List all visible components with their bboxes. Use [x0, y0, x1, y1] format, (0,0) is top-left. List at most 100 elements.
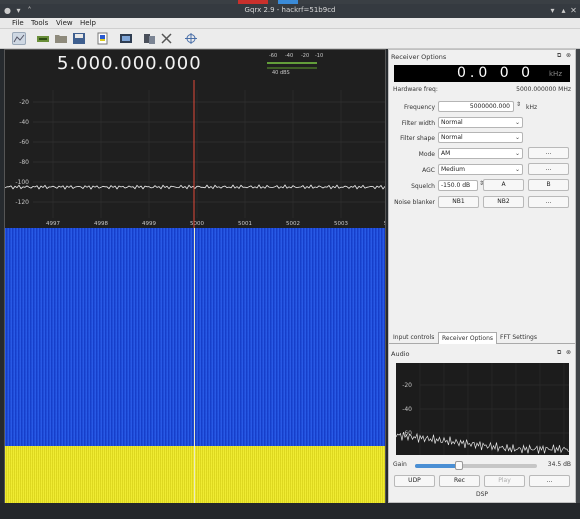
filter-width-select[interactable]: Normal ⌄: [438, 117, 523, 128]
mini-scale-caption: 40 dBS: [272, 70, 290, 76]
dock-close-icon[interactable]: ⊗: [566, 52, 571, 59]
freq-tick-label: 5001: [238, 221, 252, 227]
db-tick-label: -120: [15, 199, 29, 206]
filter-shape-label: Filter shape: [400, 135, 435, 142]
chevron-down-icon: ⌄: [514, 150, 520, 157]
save-settings-icon[interactable]: [72, 32, 86, 45]
minimize-icon[interactable]: ▾: [548, 6, 557, 15]
frequency-unit: kHz: [526, 104, 538, 111]
dsp-tab-label[interactable]: DSP: [467, 491, 497, 498]
desktop-bottom: [0, 503, 580, 519]
filter-shape-value: Normal: [441, 134, 463, 141]
menu-tools[interactable]: Tools: [31, 19, 48, 27]
fft-settings-icon[interactable]: [184, 32, 198, 45]
waterfall-noise-region: [5, 228, 385, 446]
squelch-a-button[interactable]: A: [483, 179, 524, 191]
window-edge: [576, 49, 580, 503]
maximize-icon[interactable]: ▴: [559, 6, 568, 15]
gain-slider-fill: [415, 464, 459, 468]
gain-label: Gain: [393, 461, 407, 468]
gain-value: 34.5 dB: [547, 461, 571, 468]
audio-float-icon[interactable]: ⧉: [557, 349, 561, 357]
dock-title: Receiver Options: [391, 53, 447, 61]
start-dsp-icon[interactable]: [12, 32, 26, 45]
frequency-lcd[interactable]: 0.0 0 0 kHz: [394, 65, 570, 82]
audio-dock-title: Audio: [391, 350, 410, 358]
hw-freq-value: 5000.000000 MHz: [516, 86, 571, 93]
spectrum-trace: [5, 184, 385, 190]
mode-label: Mode: [418, 151, 435, 158]
tools-icon[interactable]: [160, 32, 174, 45]
menu-help[interactable]: Help: [80, 19, 96, 27]
audio-fft-plot[interactable]: -20 -40 -60: [396, 363, 569, 455]
mode-options-button[interactable]: ...: [528, 147, 569, 159]
chevron-down-icon: ⌄: [514, 166, 520, 173]
agc-label: AGC: [422, 167, 435, 174]
frequency-input[interactable]: 5000000.000: [438, 101, 514, 112]
mini-scale-label: -40: [285, 53, 294, 59]
db-tick-label: -80: [19, 159, 29, 166]
rec-button[interactable]: Rec: [439, 475, 480, 487]
freq-tick-label: 5003: [334, 221, 348, 227]
nb-options-button[interactable]: ...: [528, 196, 569, 208]
spectrum-svg: -20 -40 -60 -80 -100 -120 4997 4998 4999 5000 5001…: [5, 62, 385, 228]
frequency-spin-icon[interactable]: ⇕: [516, 101, 521, 108]
tab-input-controls[interactable]: Input controls: [390, 332, 437, 344]
waterfall-carrier-trace: [194, 228, 195, 504]
menu-file[interactable]: File: [12, 19, 24, 27]
window-title: Gqrx 2.9 - hackrf=51b9cd: [244, 6, 336, 14]
freq-tick-label: 5000: [190, 221, 204, 227]
title-bar: ● ▾ ˄ Gqrx 2.9 - hackrf=51b9cd ▾ ▴ ✕: [0, 4, 580, 18]
gqrx-window: ● ▾ ˄ Gqrx 2.9 - hackrf=51b9cd ▾ ▴ ✕ Fil…: [0, 0, 580, 519]
nb2-button[interactable]: NB2: [483, 196, 524, 208]
spectrum-plot[interactable]: -20 -40 -60 -80 -100 -120 4997 4998 4999 5000 5001…: [5, 50, 385, 228]
db-tick-label: -20: [19, 99, 29, 106]
mode-select[interactable]: AM ⌄: [438, 148, 523, 159]
io-devices-icon[interactable]: [36, 32, 50, 45]
audio-fft-trace: [396, 432, 569, 454]
audio-options-button[interactable]: ...: [529, 475, 570, 487]
freq-tick-label: 500: [384, 221, 385, 227]
save-waterfall-icon[interactable]: [96, 32, 110, 45]
remote-control-icon[interactable]: [119, 32, 133, 45]
squelch-input[interactable]: -150.0 dB: [438, 180, 478, 191]
load-settings-icon[interactable]: [54, 32, 68, 45]
dock-float-icon[interactable]: ⧉: [557, 52, 561, 60]
audio-close-icon[interactable]: ⊗: [566, 349, 571, 356]
db-tick-label: -40: [19, 119, 29, 126]
frequency-label: Frequency: [404, 104, 435, 111]
mini-scale-label: -60: [269, 53, 278, 59]
db-tick-label: -100: [15, 179, 29, 186]
toolbar: [0, 29, 580, 49]
lcd-value: 0.0 0 0: [457, 65, 534, 81]
nb1-button[interactable]: NB1: [438, 196, 479, 208]
gain-slider-handle[interactable]: [454, 461, 463, 470]
close-icon[interactable]: ✕: [569, 6, 578, 15]
squelch-b-button[interactable]: B: [528, 179, 569, 191]
squelch-label: Squelch: [411, 183, 435, 190]
agc-select[interactable]: Medium ⌄: [438, 164, 523, 175]
udp-button[interactable]: UDP: [394, 475, 435, 487]
audio-db-tick-label: -20: [402, 382, 412, 389]
tab-receiver-options[interactable]: Receiver Options: [438, 332, 498, 344]
spectrum-waterfall-pane[interactable]: -20 -40 -60 -80 -100 -120 4997 4998 4999 5000 5001…: [4, 49, 386, 504]
waterfall-strong-region: [5, 446, 385, 504]
tab-fft-settings[interactable]: FFT Settings: [497, 332, 540, 344]
chevron-down-icon: ⌄: [514, 119, 520, 126]
audio-db-tick-label: -40: [402, 406, 412, 413]
menu-view[interactable]: View: [56, 19, 73, 27]
freq-tick-label: 4999: [142, 221, 156, 227]
dxcluster-icon[interactable]: [142, 32, 156, 45]
gain-slider[interactable]: [415, 461, 537, 470]
play-button[interactable]: Play: [484, 475, 525, 487]
filter-shape-select[interactable]: Normal ⌄: [438, 132, 523, 143]
chevron-down-icon: ⌄: [514, 134, 520, 141]
lcd-unit: kHz: [549, 70, 562, 78]
frequency-display[interactable]: 5.000.000.000: [57, 53, 202, 74]
filter-width-value: Normal: [441, 119, 463, 126]
receiver-options-dock: Receiver Options ⧉ ⊗ 0.0 0 0 kHz Hardwar…: [388, 49, 576, 503]
menu-bar: File Tools View Help: [0, 18, 580, 29]
agc-options-button[interactable]: ...: [528, 163, 569, 175]
waterfall[interactable]: [5, 228, 385, 504]
hw-freq-label: Hardware freq:: [393, 86, 438, 93]
